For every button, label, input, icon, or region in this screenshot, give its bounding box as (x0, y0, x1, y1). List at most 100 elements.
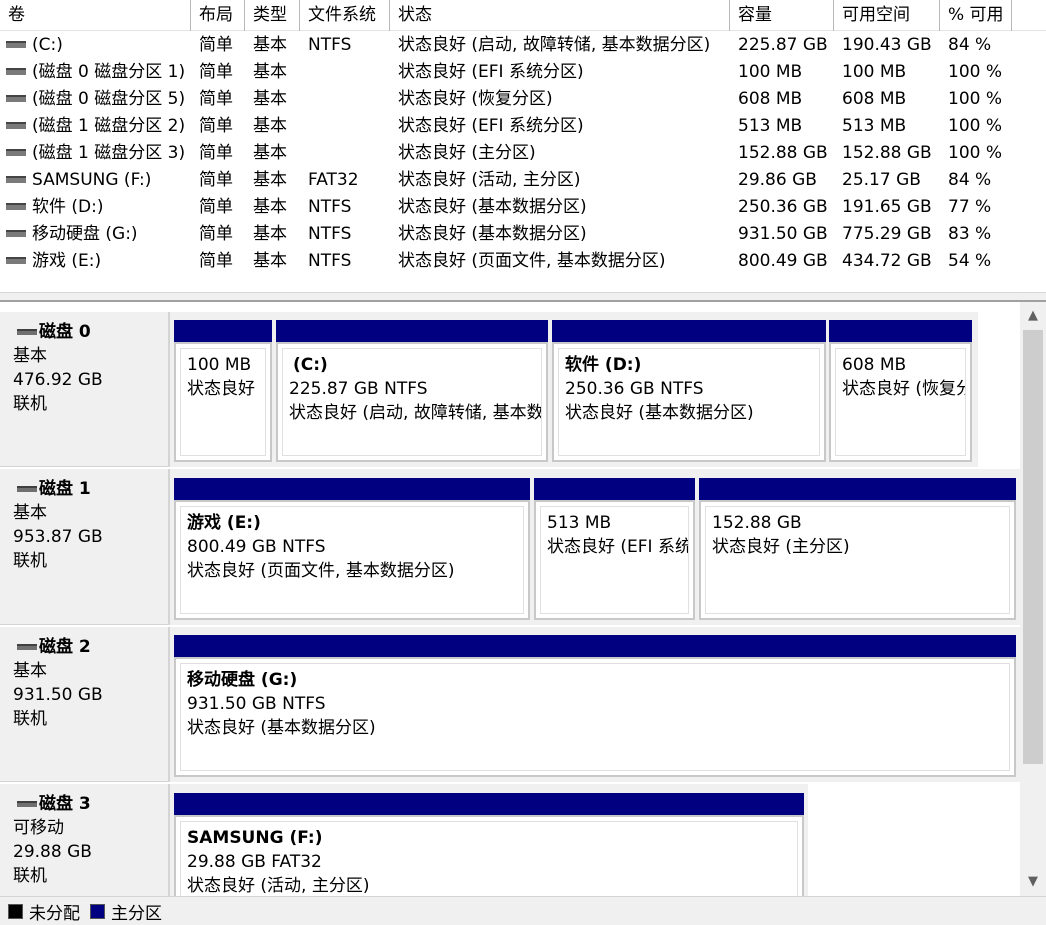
disk-0-partition-c[interactable]: (C:) 225.87 GB NTFS 状态良好 (启动, 故障转储, 基本数据… (276, 320, 548, 462)
cell-filesystem (308, 140, 390, 167)
partition-size: 225.87 GB NTFS (289, 379, 428, 399)
partition-size: 931.50 GB NTFS (187, 694, 326, 714)
cell-capacity: 225.87 GB (738, 35, 828, 55)
disk-0-label[interactable]: 磁盘 0 基本 476.92 GB 联机 (0, 312, 170, 467)
disk-1-label[interactable]: 磁盘 1 基本 953.87 GB 联机 (0, 469, 170, 625)
table-row[interactable]: 软件 (D:) 简单 基本 NTFS 状态良好 (基本数据分区) 250.36 GB 191… (0, 194, 1046, 221)
drive-icon (6, 175, 26, 183)
column-header-filesystem[interactable]: 文件系统 (300, 0, 390, 31)
legend-unallocated: 未分配 (8, 899, 80, 924)
cell-layout: 简单 (199, 143, 233, 163)
table-row[interactable]: (磁盘 1 磁盘分区 3) 简单 基本 状态良好 (主分区) 152.88 GB 152.… (0, 140, 1046, 167)
disk-0-partition-1[interactable]: 100 MB 状态良好 (174, 320, 272, 462)
cell-filesystem (308, 86, 390, 113)
disk-0-partition-5[interactable]: 608 MB 状态良好 (恢复分区) (829, 320, 972, 462)
cell-filesystem: NTFS (308, 197, 352, 217)
column-header-type[interactable]: 类型 (245, 0, 300, 31)
cell-type: 基本 (253, 62, 287, 82)
partition-status: 状态良好 (EFI 系统分区) (547, 537, 689, 557)
disk-2-kind: 基本 (13, 661, 47, 681)
vertical-scrollbar[interactable]: ▲ ▼ (1020, 302, 1046, 896)
disk-3-size: 29.88 GB (13, 842, 92, 862)
cell-capacity: 250.36 GB (738, 197, 828, 217)
drive-icon (6, 229, 26, 237)
column-header-free-space[interactable]: 可用空间 (834, 0, 940, 31)
drive-icon (6, 67, 26, 75)
disk-1-partition-2[interactable]: 513 MB 状态良好 (EFI 系统分区) (534, 478, 695, 620)
partition-status: 状态良好 (页面文件, 基本数据分区) (187, 561, 455, 581)
cell-volume: (C:) (0, 32, 191, 59)
cell-status: 状态良好 (启动, 故障转储, 基本数据分区) (398, 35, 711, 55)
cell-free-space: 100 MB (842, 62, 907, 82)
drive-icon (6, 40, 26, 48)
cell-capacity: 608 MB (738, 89, 803, 109)
pane-splitter[interactable] (0, 292, 1046, 302)
scroll-down-arrow-icon[interactable]: ▼ (1020, 870, 1046, 894)
disk-0-state: 联机 (13, 394, 47, 414)
table-row[interactable]: 游戏 (E:) 简单 基本 NTFS 状态良好 (页面文件, 基本数据分区) 800.49… (0, 248, 1046, 275)
cell-status: 状态良好 (页面文件, 基本数据分区) (398, 251, 666, 271)
partition-size: 29.88 GB FAT32 (187, 852, 322, 872)
scrollbar-thumb[interactable] (1023, 330, 1043, 764)
cell-type: 基本 (253, 197, 287, 217)
cell-percent-free: 100 % (948, 116, 1003, 136)
cell-percent-free: 100 % (948, 89, 1003, 109)
partition-status: 状态良好 (187, 379, 255, 399)
disk-3-partition-f[interactable]: SAMSUNG (F:) 29.88 GB FAT32 状态良好 (活动, 主分… (174, 793, 804, 896)
cell-type: 基本 (253, 251, 287, 271)
disk-0-partition-d[interactable]: 软件 (D:) 250.36 GB NTFS 状态良好 (基本数据分区) (552, 320, 826, 462)
volume-list[interactable]: 卷 布局 类型 文件系统 状态 容量 可用空间 % 可用 (C:) 简单 基本 NTF… (0, 0, 1046, 292)
cell-volume: (磁盘 0 磁盘分区 1) (0, 59, 191, 86)
cell-status: 状态良好 (基本数据分区) (398, 224, 587, 244)
disk-2-label[interactable]: 磁盘 2 基本 931.50 GB 联机 (0, 627, 170, 782)
unallocated-swatch-icon (8, 903, 23, 919)
primary-partition-bar (699, 478, 1016, 500)
volume-name: (磁盘 0 磁盘分区 1) (32, 62, 186, 82)
column-header-layout[interactable]: 布局 (191, 0, 245, 31)
cell-percent-free: 100 % (948, 62, 1003, 82)
table-row[interactable]: SAMSUNG (F:) 简单 基本 FAT32 状态良好 (活动, 主分区) 29.86… (0, 167, 1046, 194)
cell-free-space: 775.29 GB (842, 224, 932, 244)
cell-free-space: 191.65 GB (842, 197, 932, 217)
legend-primary: 主分区 (90, 899, 162, 924)
partition-size: 513 MB (547, 513, 612, 533)
column-header-capacity[interactable]: 容量 (730, 0, 834, 31)
legend-unallocated-label: 未分配 (29, 903, 80, 924)
cell-layout: 简单 (199, 89, 233, 109)
disk-3-label[interactable]: 磁盘 3 可移动 29.88 GB 联机 (0, 784, 170, 896)
partition-status: 状态良好 (基本数据分区) (187, 718, 376, 738)
primary-partition-bar (552, 320, 826, 342)
table-row[interactable]: (磁盘 0 磁盘分区 5) 简单 基本 状态良好 (恢复分区) 608 MB 608 MB… (0, 86, 1046, 113)
disk-1-partition-3[interactable]: 152.88 GB 状态良好 (主分区) (699, 478, 1016, 620)
partition-status: 状态良好 (主分区) (712, 537, 850, 557)
table-row[interactable]: 移动硬盘 (G:) 简单 基本 NTFS 状态良好 (基本数据分区) 931.50 GB 7… (0, 221, 1046, 248)
table-row[interactable]: (磁盘 1 磁盘分区 2) 简单 基本 状态良好 (EFI 系统分区) 513 MB 51… (0, 113, 1046, 140)
table-row[interactable]: (磁盘 0 磁盘分区 1) 简单 基本 状态良好 (EFI 系统分区) 100 MB 10… (0, 59, 1046, 86)
primary-partition-bar (174, 793, 804, 815)
cell-status: 状态良好 (EFI 系统分区) (398, 116, 584, 136)
volume-list-header: 卷 布局 类型 文件系统 状态 容量 可用空间 % 可用 (0, 0, 1046, 31)
table-row[interactable]: (C:) 简单 基本 NTFS 状态良好 (启动, 故障转储, 基本数据分区) 225.8… (0, 32, 1046, 59)
cell-filesystem: FAT32 (308, 170, 359, 190)
disk-icon (17, 801, 37, 807)
partition-status: 状态良好 (活动, 主分区) (187, 876, 370, 896)
column-header-percent-free[interactable]: % 可用 (940, 0, 1012, 31)
cell-volume: 游戏 (E:) (0, 248, 191, 275)
volume-name: 软件 (D:) (32, 197, 104, 217)
partition-title: SAMSUNG (F:) (187, 828, 323, 848)
cell-percent-free: 83 % (948, 224, 992, 244)
drive-icon (6, 148, 26, 156)
cell-status: 状态良好 (主分区) (398, 143, 536, 163)
column-header-status[interactable]: 状态 (390, 0, 730, 31)
cell-type: 基本 (253, 143, 287, 163)
cell-capacity: 931.50 GB (738, 224, 828, 244)
partition-size: 250.36 GB NTFS (565, 379, 704, 399)
cell-status: 状态良好 (基本数据分区) (398, 197, 587, 217)
cell-percent-free: 54 % (948, 251, 992, 271)
disk-2-partition-g[interactable]: 移动硬盘 (G:) 931.50 GB NTFS 状态良好 (基本数据分区) (174, 635, 1016, 777)
cell-free-space: 152.88 GB (842, 143, 932, 163)
volume-name: SAMSUNG (F:) (32, 170, 152, 190)
scroll-up-arrow-icon[interactable]: ▲ (1020, 304, 1046, 328)
disk-1-partition-e[interactable]: 游戏 (E:) 800.49 GB NTFS 状态良好 (页面文件, 基本数据分… (174, 478, 530, 620)
column-header-volume[interactable]: 卷 (0, 0, 191, 31)
